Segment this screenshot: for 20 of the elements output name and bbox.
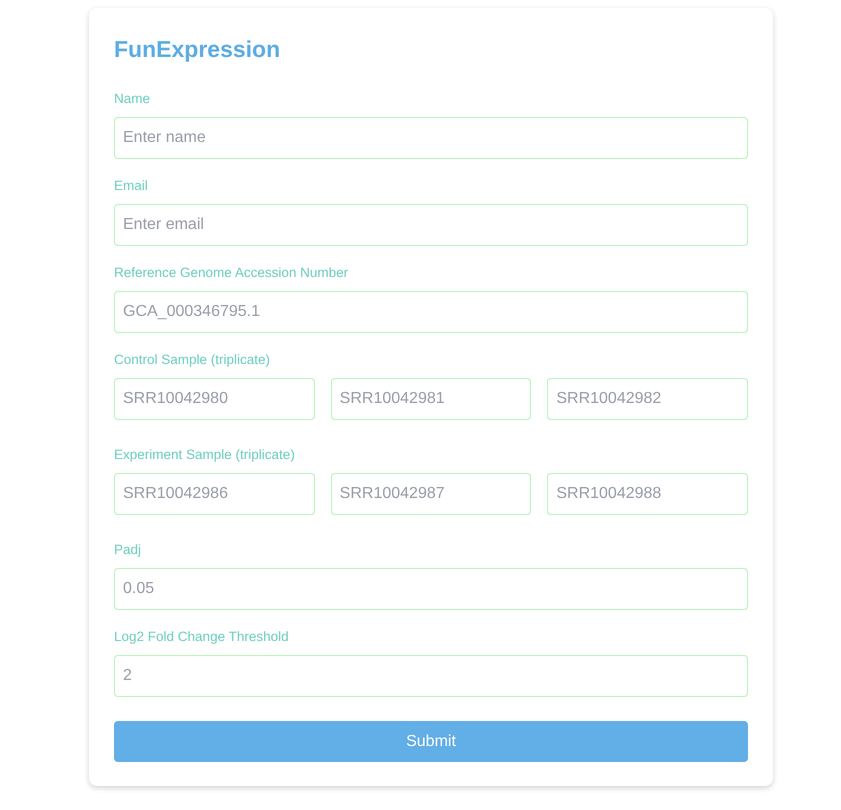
app-title: FunExpression [114, 35, 282, 64]
field-label: Name [114, 91, 150, 106]
input-field[interactable]: SRR10042986 [114, 473, 315, 515]
input-field[interactable]: Enter name [114, 117, 748, 159]
submit-button[interactable]: Submit [114, 721, 748, 762]
input-field[interactable]: SRR10042981 [330, 378, 532, 420]
field-label: Log2 Fold Change Threshold [114, 629, 289, 644]
input-field[interactable]: SRR10042988 [547, 473, 748, 515]
input-field[interactable]: 0.05 [114, 568, 748, 610]
input-field[interactable]: Enter email [114, 204, 748, 246]
field-label: Control Sample (triplicate) [114, 352, 270, 367]
input-field[interactable]: SRR10042980 [114, 378, 315, 420]
input-field[interactable]: SRR10042987 [330, 473, 532, 515]
input-field[interactable]: SRR10042982 [547, 378, 748, 420]
field-label: Experiment Sample (triplicate) [114, 447, 295, 462]
field-label: Reference Genome Accession Number [114, 265, 348, 280]
field-label: Email [114, 178, 148, 193]
input-field[interactable]: 2 [114, 655, 748, 697]
field-label: Padj [114, 542, 142, 557]
input-field[interactable]: GCA_000346795.1 [114, 291, 748, 333]
